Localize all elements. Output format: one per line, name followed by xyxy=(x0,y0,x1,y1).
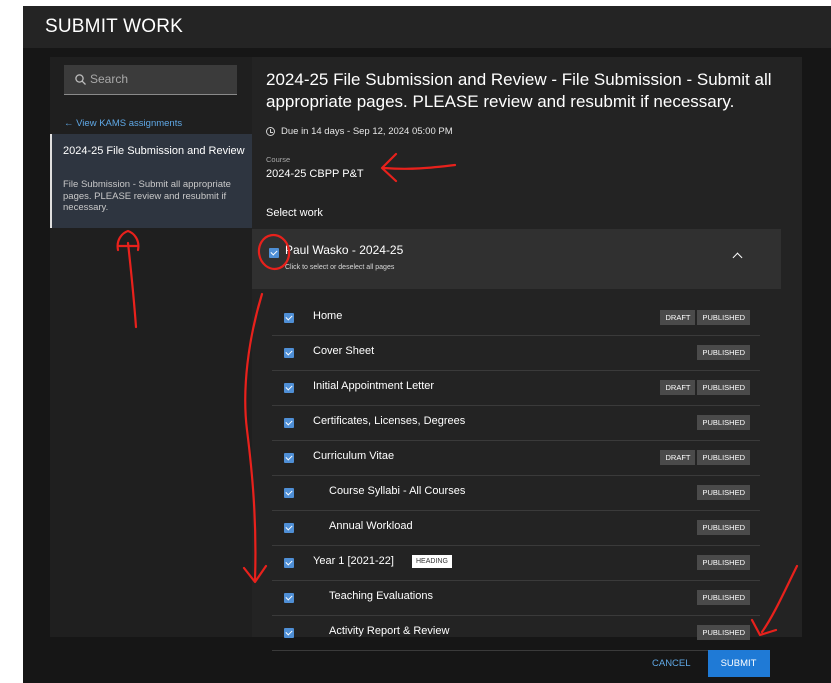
page-title: Year 1 [2021-22] xyxy=(313,555,394,567)
published-badge: PUBLISHED xyxy=(697,520,750,535)
page-row[interactable]: Year 1 [2021-22] HEADING PUBLISHED xyxy=(272,546,760,581)
page-title: Home xyxy=(313,310,343,322)
published-badge: PUBLISHED xyxy=(697,345,750,360)
select-all-checkbox[interactable] xyxy=(269,248,279,258)
due-text: Due in 14 days - Sep 12, 2024 05:00 PM xyxy=(281,126,453,137)
published-badge: PUBLISHED xyxy=(697,380,750,395)
page-checkbox[interactable] xyxy=(284,628,294,638)
published-badge: PUBLISHED xyxy=(697,415,750,430)
cancel-button[interactable]: CANCEL xyxy=(652,658,691,669)
page-title: Activity Report & Review xyxy=(329,625,450,637)
course-label: Course xyxy=(266,155,291,164)
chevron-up-icon[interactable] xyxy=(732,252,743,263)
app-title: SUBMIT WORK xyxy=(45,16,184,37)
page-row[interactable]: Initial Appointment Letter DRAFT PUBLISHED xyxy=(272,371,760,406)
search-placeholder: Search xyxy=(90,72,129,86)
published-badge: PUBLISHED xyxy=(697,555,750,570)
page-title: Course Syllabi - All Courses xyxy=(329,485,466,497)
status-badges: DRAFT PUBLISHED xyxy=(660,310,750,325)
search-icon xyxy=(75,74,86,85)
page-checkbox[interactable] xyxy=(284,383,294,393)
page-checkbox[interactable] xyxy=(284,523,294,533)
page-group-header[interactable]: Paul Wasko - 2024-25 Click to select or … xyxy=(252,229,781,289)
top-bar: SUBMIT WORK xyxy=(23,6,831,48)
submit-button[interactable]: SUBMIT xyxy=(707,650,770,677)
page-checkbox[interactable] xyxy=(284,558,294,568)
status-badges: PUBLISHED xyxy=(697,625,750,640)
published-badge: PUBLISHED xyxy=(697,310,750,325)
status-badges: DRAFT PUBLISHED xyxy=(660,450,750,465)
course-value: 2024-25 CBPP P&T xyxy=(266,168,364,180)
main-panel: 2024-25 File Submission and Review - Fil… xyxy=(252,57,802,651)
page-title: Teaching Evaluations xyxy=(329,590,433,602)
draft-badge: DRAFT xyxy=(660,310,696,325)
status-badges: DRAFT PUBLISHED xyxy=(660,380,750,395)
published-badge: PUBLISHED xyxy=(697,485,750,500)
submit-work-window: SUBMIT WORK Search ← View KAMS assignmen… xyxy=(23,6,831,683)
page-row[interactable]: Course Syllabi - All Courses PUBLISHED xyxy=(272,476,760,511)
status-badges: PUBLISHED xyxy=(697,555,750,570)
page-row[interactable]: Teaching Evaluations PUBLISHED xyxy=(272,581,760,616)
page-title: Certificates, Licenses, Degrees xyxy=(313,415,466,427)
published-badge: PUBLISHED xyxy=(697,625,750,640)
view-assignments-link[interactable]: ← View KAMS assignments xyxy=(64,118,182,129)
clock-icon xyxy=(266,127,275,136)
status-badges: PUBLISHED xyxy=(697,520,750,535)
page-row[interactable]: Annual Workload PUBLISHED xyxy=(272,511,760,546)
select-work-label: Select work xyxy=(266,207,323,219)
page-row[interactable]: Cover Sheet PUBLISHED xyxy=(272,336,760,371)
page-row[interactable]: Certificates, Licenses, Degrees PUBLISHED xyxy=(272,406,760,441)
page-checkbox[interactable] xyxy=(284,313,294,323)
page-checkbox[interactable] xyxy=(284,488,294,498)
draft-badge: DRAFT xyxy=(660,450,696,465)
group-hint: Click to select or deselect all pages xyxy=(285,264,395,271)
status-badges: PUBLISHED xyxy=(697,590,750,605)
page-title: Cover Sheet xyxy=(313,345,375,357)
page-row[interactable]: Activity Report & Review PUBLISHED xyxy=(272,616,760,651)
status-badges: PUBLISHED xyxy=(697,345,750,360)
published-badge: PUBLISHED xyxy=(697,450,750,465)
draft-badge: DRAFT xyxy=(660,380,696,395)
page-checkbox[interactable] xyxy=(284,418,294,428)
search-input[interactable]: Search xyxy=(64,65,237,95)
dialog-actions: CANCEL SUBMIT xyxy=(652,650,770,677)
page-title: Annual Workload xyxy=(329,520,413,532)
page-title: Initial Appointment Letter xyxy=(313,380,435,392)
page-row[interactable]: Curriculum Vitae DRAFT PUBLISHED xyxy=(272,441,760,476)
group-name: Paul Wasko - 2024-25 xyxy=(285,243,404,257)
page-checkbox[interactable] xyxy=(284,453,294,463)
heading-badge: HEADING xyxy=(412,555,452,568)
sidebar: Search ← View KAMS assignments 2024-25 F… xyxy=(50,57,252,637)
page-row[interactable]: Home DRAFT PUBLISHED xyxy=(272,301,760,336)
page-checkbox[interactable] xyxy=(284,348,294,358)
status-badges: PUBLISHED xyxy=(697,485,750,500)
published-badge: PUBLISHED xyxy=(697,590,750,605)
status-badges: PUBLISHED xyxy=(697,415,750,430)
sidebar-item-description: File Submission - Submit all appropriate… xyxy=(63,179,231,213)
page-title: Curriculum Vitae xyxy=(313,450,395,462)
sidebar-item-title: 2024-25 File Submission and Review xyxy=(63,145,245,157)
due-date: Due in 14 days - Sep 12, 2024 05:00 PM xyxy=(266,126,453,137)
assignment-title: 2024-25 File Submission and Review - Fil… xyxy=(266,70,772,111)
page-list: Home DRAFT PUBLISHED Cover Sheet PUBLISHED In… xyxy=(272,301,760,651)
page-checkbox[interactable] xyxy=(284,593,294,603)
sidebar-item-active-assignment[interactable]: 2024-25 File Submission and Review File … xyxy=(50,134,252,228)
